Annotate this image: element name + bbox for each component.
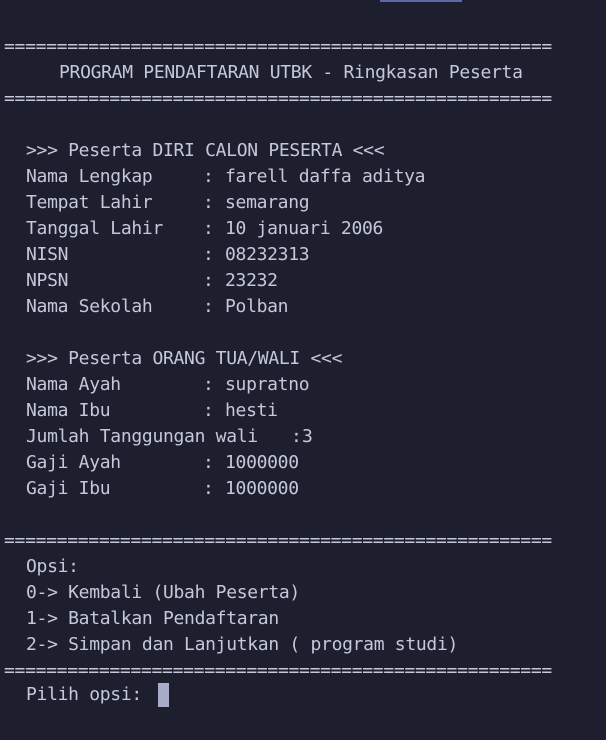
- text-cursor[interactable]: [158, 683, 169, 707]
- separator-options: ========================================…: [4, 530, 552, 551]
- field-colon: :: [203, 374, 214, 395]
- section-parents-heading: >>> Peserta ORANG TUA/WALI <<<: [26, 348, 343, 369]
- field-label: Gaji Ibu: [26, 478, 111, 499]
- field-colon: :: [203, 244, 214, 265]
- program-title: PROGRAM PENDAFTARAN UTBK - Ringkasan Pes…: [59, 62, 523, 83]
- field-colon: :: [203, 218, 214, 239]
- field-colon: :: [203, 478, 214, 499]
- field-value: 23232: [225, 270, 278, 291]
- field-label: Jumlah Tanggungan wali: [26, 426, 258, 447]
- field-colon: :: [203, 166, 214, 187]
- option-kembali: 0-> Kembali (Ubah Peserta): [26, 582, 300, 603]
- field-label: Gaji Ayah: [26, 452, 121, 473]
- field-value: supratno: [225, 374, 310, 395]
- field-label: Nama Sekolah: [26, 296, 153, 317]
- field-label: Nama Lengkap: [26, 166, 153, 187]
- option-batalkan: 1-> Batalkan Pendaftaran: [26, 608, 279, 629]
- field-value: semarang: [225, 192, 310, 213]
- separator-bottom: ========================================…: [4, 660, 552, 681]
- field-colon: :: [203, 270, 214, 291]
- separator-title: ========================================…: [4, 88, 552, 109]
- options-heading: Opsi:: [26, 556, 79, 577]
- field-value: Polban: [225, 296, 289, 317]
- field-label: Nama Ibu: [26, 400, 111, 421]
- field-colon: :: [203, 452, 214, 473]
- section-personal-heading: >>> Peserta DIRI CALON PESERTA <<<: [26, 140, 385, 161]
- field-value: 10 januari 2006: [225, 218, 384, 239]
- field-colon: :: [203, 400, 214, 421]
- field-label: Nama Ayah: [26, 374, 121, 395]
- field-label: Tanggal Lahir: [26, 218, 163, 239]
- terminal-window[interactable]: ========================================…: [0, 0, 606, 740]
- field-label: NISN: [26, 244, 69, 265]
- field-colon: :: [203, 296, 214, 317]
- field-value: 1000000: [225, 452, 299, 473]
- field-value: farell daffa aditya: [225, 166, 426, 187]
- option-prompt[interactable]: Pilih opsi:: [26, 682, 152, 708]
- field-value: 08232313: [225, 244, 310, 265]
- field-label: NPSN: [26, 270, 69, 291]
- field-value: hesti: [225, 400, 278, 421]
- option-simpan: 2-> Simpan dan Lanjutkan ( program studi…: [26, 634, 459, 655]
- separator-top: ========================================…: [4, 36, 552, 57]
- active-tab-indicator: [380, 0, 462, 2]
- field-label: Tempat Lahir: [26, 192, 153, 213]
- field-colon: :: [203, 192, 214, 213]
- field-colon: :: [291, 426, 302, 447]
- field-value: 3: [302, 426, 313, 447]
- field-value: 1000000: [225, 478, 299, 499]
